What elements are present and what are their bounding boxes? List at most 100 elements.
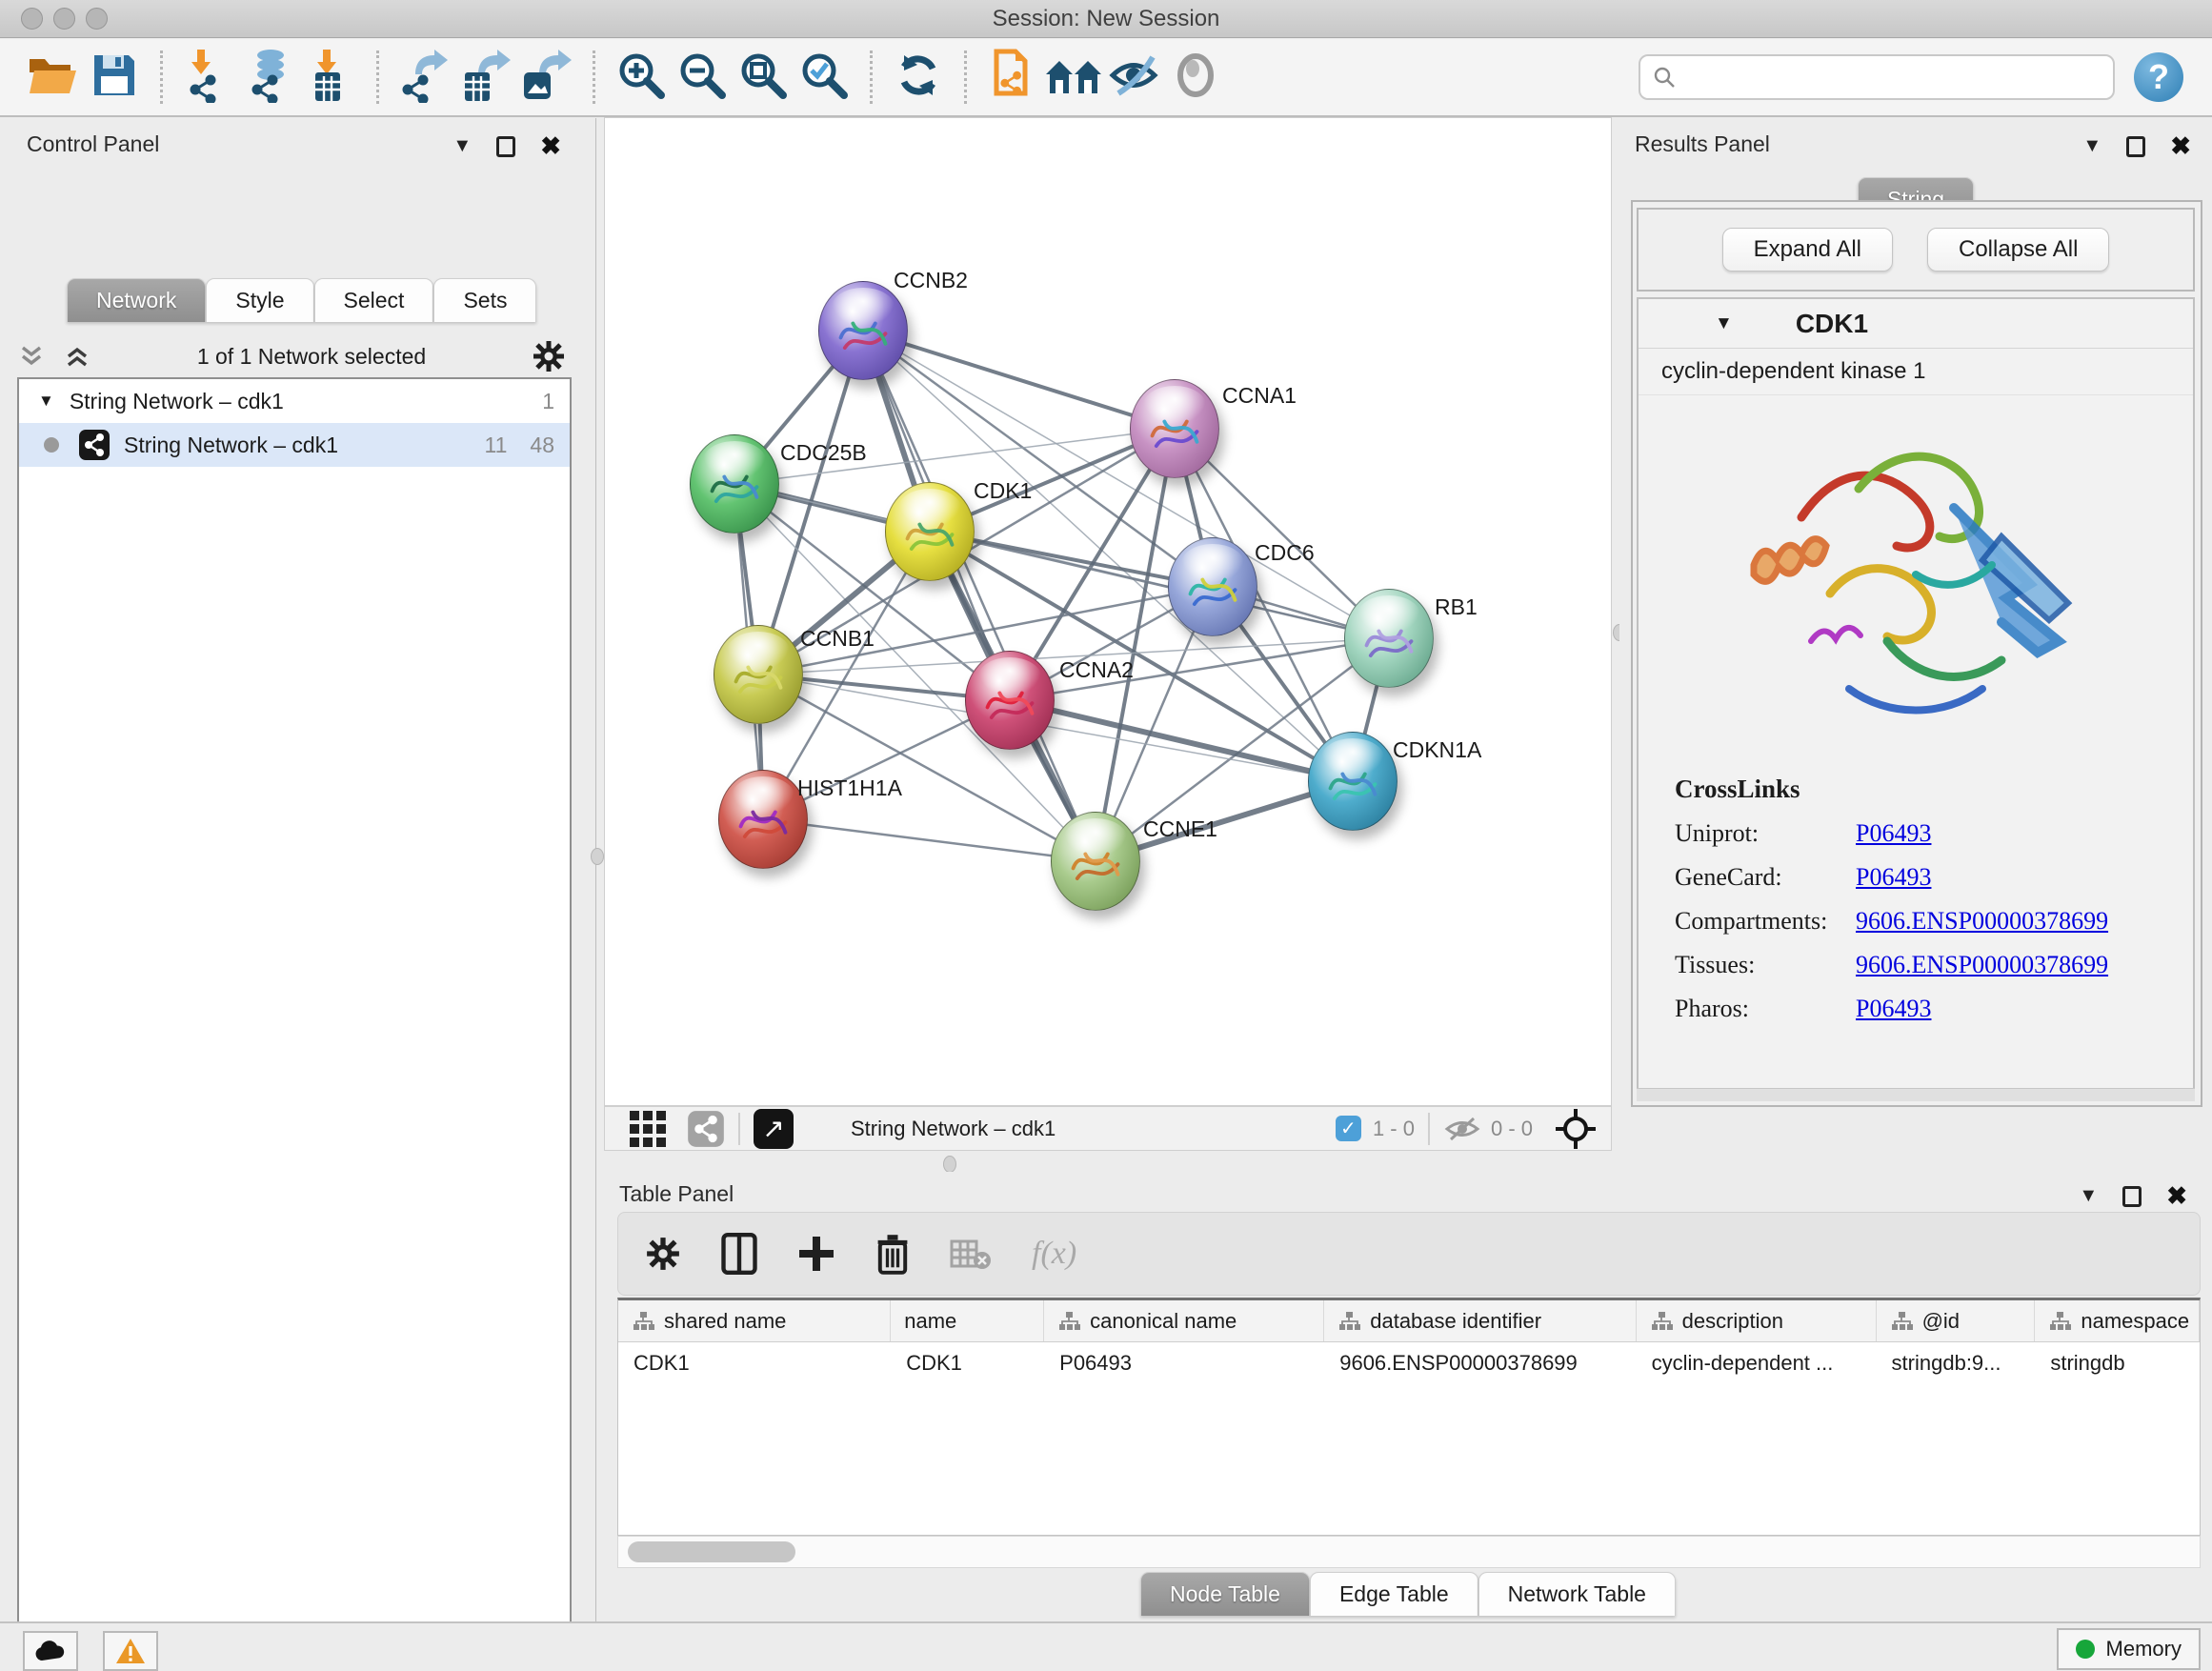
memory-button[interactable]: Memory [2057,1628,2201,1670]
crosslink-link[interactable]: P06493 [1856,819,1931,848]
network-collection-label: String Network – cdk1 [70,389,284,414]
collapse-panel-icon[interactable]: ▼ [2082,135,2101,157]
highlight-mode-button[interactable] [1165,47,1226,108]
network-row[interactable]: String Network – cdk1 11 48 [19,423,570,467]
export-network-button[interactable] [394,47,455,108]
gear-icon[interactable] [532,339,566,373]
import-table-button[interactable] [300,47,361,108]
warning-icon [114,1637,147,1665]
column-header-shared-name[interactable]: shared name [618,1300,891,1341]
fit-selected-icon[interactable] [1554,1107,1598,1151]
add-column-icon[interactable] [797,1235,835,1273]
import-table-icon [306,48,355,108]
crosslink-link[interactable]: P06493 [1856,995,1931,1023]
column-header-canonical-name[interactable]: canonical name [1044,1300,1324,1341]
float-panel-icon[interactable] [496,136,515,157]
protein-section-header[interactable]: ▼ CDK1 [1639,299,2193,349]
left-splitter-handle[interactable] [591,848,604,865]
selected-nodes-checkbox-icon[interactable]: ✓ [1336,1116,1361,1141]
delete-column-icon[interactable] [875,1233,910,1275]
float-panel-icon[interactable] [2126,136,2145,157]
save-session-button[interactable] [84,47,145,108]
node-RB1[interactable] [1344,589,1434,688]
column-type-icon [632,1310,654,1333]
tab-network[interactable]: Network [67,278,206,322]
column-header-name[interactable]: name [891,1300,1044,1341]
zoom-selected-button[interactable] [794,47,855,108]
network-canvas[interactable]: CCNB2 CCNA1 CDC25B CDK1 CDC6 RB1 CCNB1 C… [604,117,1612,1106]
export-table-button[interactable] [455,47,516,108]
horizontal-splitter-handle[interactable] [943,1156,956,1173]
tree-expand-icon[interactable]: ▼ [38,392,54,411]
tab-style[interactable]: Style [206,278,313,322]
crosslink-link[interactable]: 9606.ENSP00000378699 [1856,907,2108,936]
node-CCNB1[interactable] [714,625,803,724]
table-hscrollbar[interactable] [617,1536,2201,1568]
refresh-view-button[interactable] [888,47,949,108]
node-CCNB2[interactable] [818,281,908,380]
function-builder-icon[interactable]: f(x) [1032,1236,1076,1272]
node-CDC25B[interactable] [690,434,779,534]
tab-select[interactable]: Select [314,278,434,322]
network-collection-row[interactable]: ▼ String Network – cdk1 1 [19,379,570,423]
collapse-panel-icon[interactable]: ▼ [2079,1185,2098,1207]
column-header-description[interactable]: description [1637,1300,1877,1341]
zoom-out-button[interactable] [672,47,733,108]
node-HIST1H1A[interactable] [718,770,808,869]
column-header-namespace[interactable]: namespace [2035,1300,2200,1341]
gear-icon[interactable] [645,1236,681,1272]
close-panel-icon[interactable]: ✖ [2166,1181,2187,1211]
share-network-icon[interactable] [687,1110,725,1148]
close-panel-icon[interactable]: ✖ [2170,131,2191,161]
import-network-button[interactable] [178,47,239,108]
zoom-fit-button[interactable] [733,47,794,108]
show-all-panels-button[interactable] [1043,47,1104,108]
node-CDK1[interactable] [885,482,975,581]
close-panel-icon[interactable]: ✖ [540,131,561,161]
node-table[interactable]: shared namenamecanonical namedatabase id… [617,1298,2201,1536]
crosslink-link[interactable]: P06493 [1856,863,1931,892]
warning-button[interactable] [103,1631,158,1671]
clear-table-icon[interactable] [950,1238,992,1270]
cloud-button[interactable] [23,1631,78,1671]
table-row[interactable]: CDK1CDK1P064939606.ENSP00000378699cyclin… [618,1342,2200,1384]
column-header-database-identifier[interactable]: database identifier [1324,1300,1636,1341]
node-CCNE1[interactable] [1051,812,1140,911]
hide-panels-button[interactable] [1104,47,1165,108]
open-session-button[interactable] [23,47,84,108]
collapse-all-button[interactable]: Collapse All [1927,228,2109,272]
import-network-database-button[interactable] [239,47,300,108]
table-hscrollbar-thumb[interactable] [628,1541,795,1562]
show-columns-icon[interactable] [721,1233,757,1275]
birdseye-grid-icon[interactable] [630,1111,666,1147]
crosslink-link[interactable]: 9606.ENSP00000378699 [1856,951,2108,979]
protein-thumbnail-CDC25B [704,454,765,515]
search-input[interactable] [1677,64,2101,91]
tab-node-table[interactable]: Node Table [1140,1572,1310,1616]
open-in-window-icon[interactable]: ↗ [754,1109,794,1149]
node-CDKN1A[interactable] [1308,732,1398,831]
clone-network-button[interactable] [982,47,1043,108]
toolbar-separator [964,50,967,104]
tab-network-table[interactable]: Network Table [1478,1572,1676,1616]
section-collapse-icon[interactable]: ▼ [1715,313,1733,334]
results-scrollbar[interactable] [1637,1088,2195,1101]
node-CCNA2[interactable] [965,651,1055,750]
column-header-@id[interactable]: @id [1877,1300,2036,1341]
node-CCNA1[interactable] [1130,379,1219,478]
collapse-panel-icon[interactable]: ▼ [452,135,472,157]
export-image-button[interactable] [516,47,577,108]
float-panel-icon[interactable] [2122,1186,2142,1207]
crosslink-row: Compartments: 9606.ENSP00000378699 [1675,907,2157,936]
tab-sets[interactable]: Sets [433,278,536,322]
protein-thumbnail-CDC6 [1182,557,1243,618]
zoom-in-button[interactable] [611,47,672,108]
collapse-all-icon[interactable] [63,342,91,371]
expand-all-button[interactable]: Expand All [1722,228,1893,272]
help-button[interactable]: ? [2128,47,2189,108]
node-CDC6[interactable] [1168,537,1257,636]
expand-all-icon[interactable] [17,342,46,371]
tab-edge-table[interactable]: Edge Table [1310,1572,1478,1616]
memory-label: Memory [2106,1637,2182,1661]
search-box[interactable] [1639,54,2115,100]
